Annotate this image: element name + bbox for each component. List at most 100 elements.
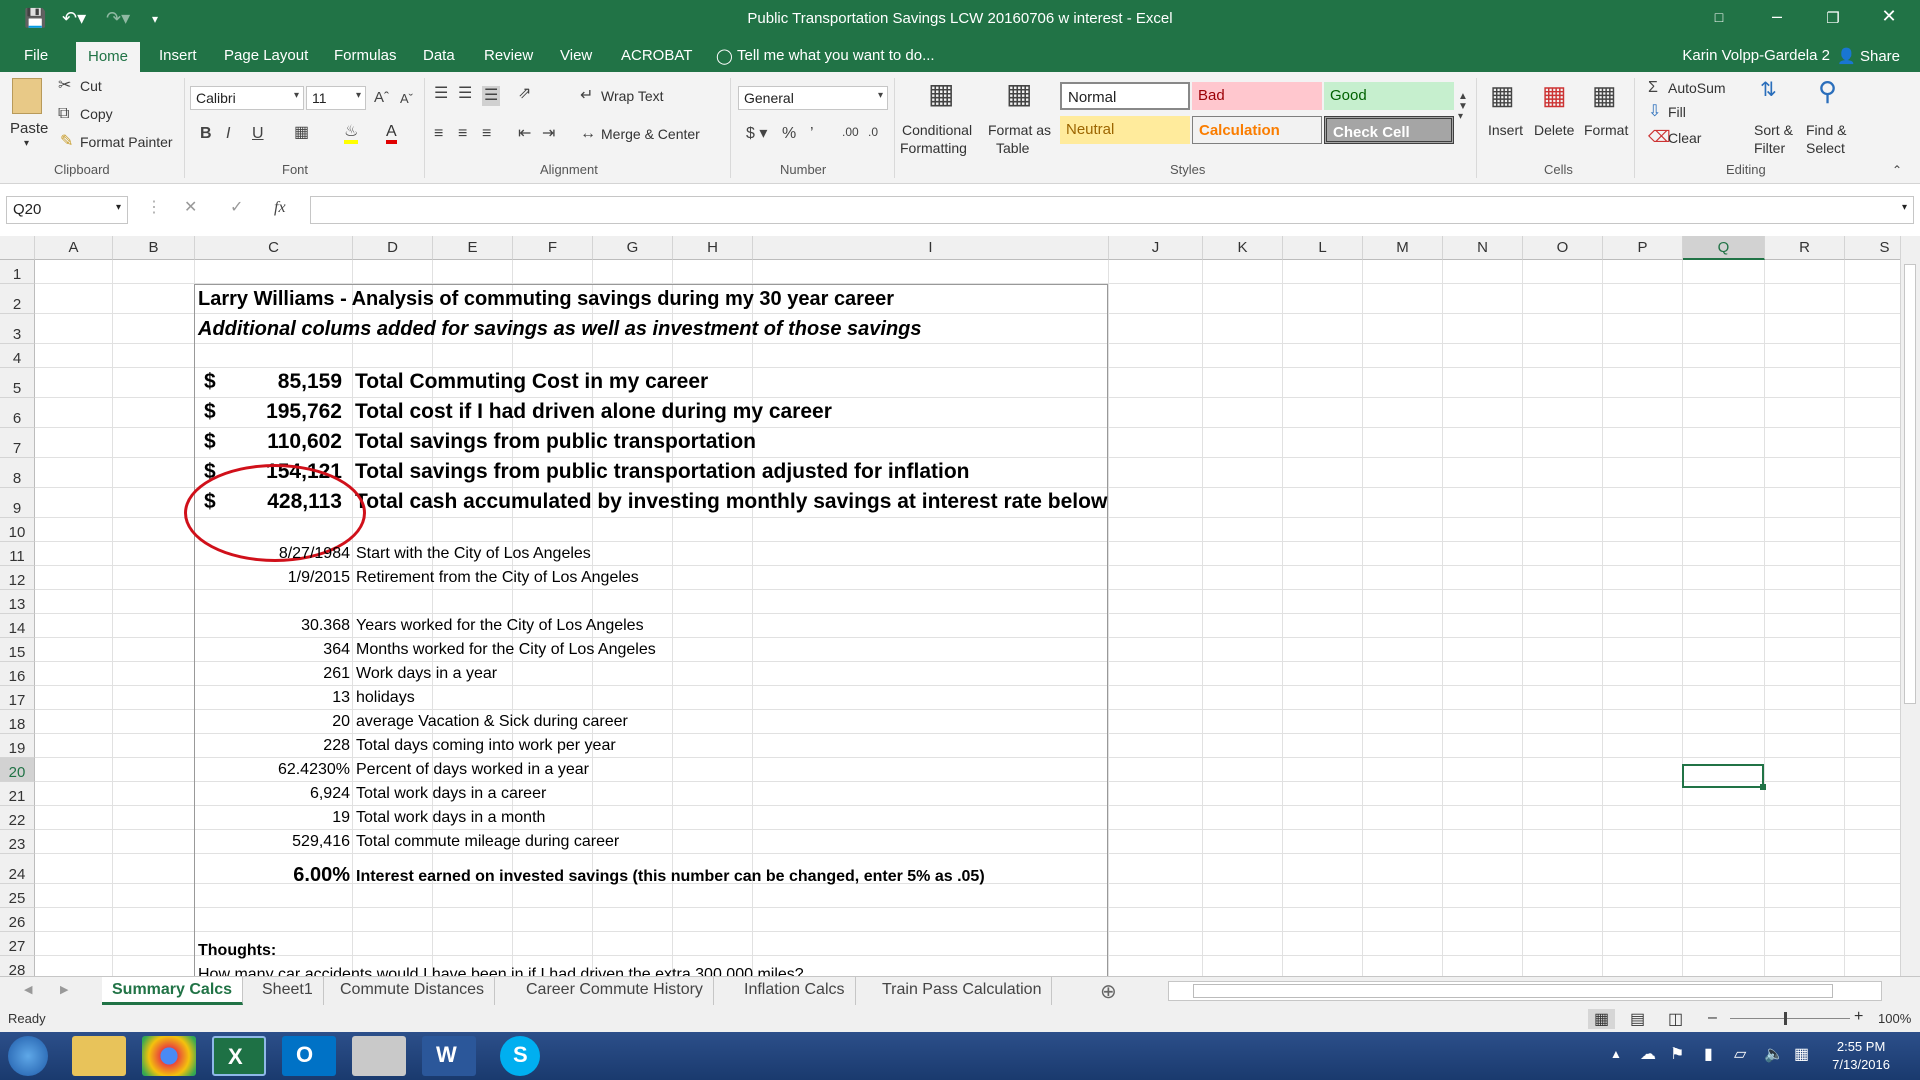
zoom-slider-thumb[interactable] bbox=[1784, 1012, 1787, 1025]
battery-icon[interactable]: ▮ bbox=[1704, 1044, 1713, 1064]
sheet-tab[interactable]: Commute Distances bbox=[330, 977, 496, 1005]
column-header-s[interactable]: S bbox=[1845, 236, 1900, 260]
detail-label[interactable]: holidays bbox=[356, 689, 415, 707]
summary-value[interactable]: 85,159 bbox=[226, 370, 342, 394]
report-subtitle[interactable]: Additional colums added for savings as w… bbox=[198, 318, 922, 341]
row-header-12[interactable]: 12 bbox=[0, 566, 35, 590]
row-header-2[interactable]: 2 bbox=[0, 284, 35, 314]
wrap-text-button[interactable]: Wrap Text bbox=[601, 88, 664, 104]
middle-align-icon[interactable]: ☰ bbox=[458, 86, 472, 102]
detail-value[interactable]: 261 bbox=[194, 665, 350, 683]
detail-label[interactable]: Years worked for the City of Los Angeles bbox=[356, 617, 644, 635]
tab-file[interactable]: File bbox=[24, 47, 48, 64]
detail-label[interactable]: Months worked for the City of Los Angele… bbox=[356, 641, 656, 659]
fill-handle[interactable] bbox=[1760, 784, 1766, 790]
row-header-10[interactable]: 10 bbox=[0, 518, 35, 542]
summary-label[interactable]: Total Commuting Cost in my career bbox=[355, 370, 708, 394]
column-header-o[interactable]: O bbox=[1523, 236, 1603, 260]
style-good[interactable]: Good bbox=[1324, 82, 1454, 110]
detail-label[interactable]: Retirement from the City of Los Angeles bbox=[356, 569, 639, 587]
row-header-14[interactable]: 14 bbox=[0, 614, 35, 638]
calculator-icon[interactable] bbox=[352, 1036, 406, 1076]
align-left-icon[interactable]: ≡ bbox=[434, 126, 443, 142]
fill-color-icon[interactable]: ♨ bbox=[344, 124, 359, 144]
summary-label[interactable]: Total savings from public transportation bbox=[355, 430, 756, 454]
vertical-scroll-thumb[interactable] bbox=[1904, 264, 1916, 704]
copy-button[interactable]: Copy bbox=[80, 106, 113, 122]
row-header-17[interactable]: 17 bbox=[0, 686, 35, 710]
clock[interactable]: 2:55 PM 7/13/2016 bbox=[1832, 1038, 1890, 1074]
detail-label[interactable]: Percent of days worked in a year bbox=[356, 761, 589, 779]
style-neutral[interactable]: Neutral bbox=[1060, 116, 1190, 144]
detail-value[interactable]: 529,416 bbox=[194, 833, 350, 851]
bottom-align-icon[interactable]: ☰ bbox=[482, 86, 501, 106]
windows-icon[interactable]: ▦ bbox=[1794, 1044, 1809, 1064]
detail-value[interactable]: 364 bbox=[194, 641, 350, 659]
show-hidden-icons[interactable]: ▲ bbox=[1610, 1047, 1622, 1061]
decrease-decimal-icon[interactable]: .0 bbox=[868, 126, 878, 138]
insert-function-icon[interactable]: fx bbox=[274, 200, 286, 216]
delete-button[interactable]: Delete bbox=[1534, 122, 1574, 138]
detail-value[interactable]: 228 bbox=[194, 737, 350, 755]
column-header-i[interactable]: I bbox=[753, 236, 1109, 260]
format-as-table-button[interactable]: Format as bbox=[988, 122, 1051, 138]
detail-value[interactable]: 19 bbox=[194, 809, 350, 827]
tab-formulas[interactable]: Formulas bbox=[334, 47, 397, 64]
detail-label[interactable]: average Vacation & Sick during career bbox=[356, 713, 628, 731]
detail-value[interactable]: 13 bbox=[194, 689, 350, 707]
find-select-button[interactable]: Find & bbox=[1806, 122, 1846, 138]
ribbon-display-icon[interactable]: □ bbox=[1704, 9, 1734, 25]
cancel-icon[interactable]: ✕ bbox=[184, 200, 197, 216]
tab-insert[interactable]: Insert bbox=[159, 47, 197, 64]
horizontal-scrollbar[interactable] bbox=[1168, 981, 1882, 1001]
column-header-m[interactable]: M bbox=[1363, 236, 1443, 260]
column-header-d[interactable]: D bbox=[353, 236, 433, 260]
thoughts-heading[interactable]: Thoughts: bbox=[198, 942, 276, 960]
summary-currency[interactable]: $ bbox=[204, 430, 216, 454]
tab-view[interactable]: View bbox=[560, 47, 592, 64]
percent-icon[interactable]: % bbox=[782, 126, 796, 142]
new-sheet-icon[interactable]: ⊕ bbox=[1100, 979, 1117, 1004]
detail-value[interactable]: 6,924 bbox=[194, 785, 350, 803]
tab-acrobat[interactable]: ACROBAT bbox=[621, 47, 692, 64]
column-header-q[interactable]: Q bbox=[1683, 236, 1765, 260]
paste-button[interactable]: Paste bbox=[10, 120, 48, 137]
detail-label[interactable]: Total work days in a month bbox=[356, 809, 545, 827]
minimize-button[interactable]: – bbox=[1762, 6, 1792, 27]
column-header-f[interactable]: F bbox=[513, 236, 593, 260]
row-header-8[interactable]: 8 bbox=[0, 458, 35, 488]
underline-icon[interactable]: U bbox=[252, 126, 264, 142]
flag-icon[interactable]: ⚑ bbox=[1670, 1044, 1684, 1064]
column-header-j[interactable]: J bbox=[1109, 236, 1203, 260]
detail-value[interactable]: 20 bbox=[194, 713, 350, 731]
row-header-22[interactable]: 22 bbox=[0, 806, 35, 830]
volume-icon[interactable]: 🔈 bbox=[1764, 1044, 1784, 1064]
align-right-icon[interactable]: ≡ bbox=[482, 126, 491, 142]
summary-value[interactable]: 195,762 bbox=[226, 400, 342, 424]
thoughts-text[interactable]: How many car accidents would I have been… bbox=[198, 966, 804, 976]
top-align-icon[interactable]: ☰ bbox=[434, 86, 448, 102]
close-button[interactable]: ✕ bbox=[1874, 6, 1904, 27]
styles-scroll-icon[interactable]: ▲ ▼ ▾ bbox=[1458, 92, 1468, 122]
detail-label[interactable]: Total days coming into work per year bbox=[356, 737, 616, 755]
row-header-9[interactable]: 9 bbox=[0, 488, 35, 518]
bold-icon[interactable]: B bbox=[200, 126, 212, 142]
page-break-view-icon[interactable]: ◫ bbox=[1668, 1009, 1683, 1029]
row-header-26[interactable]: 26 bbox=[0, 908, 35, 932]
number-format-select[interactable]: General ▾ bbox=[738, 86, 888, 110]
sheet-tab[interactable]: Train Pass Calculation bbox=[872, 977, 1053, 1005]
cut-button[interactable]: Cut bbox=[80, 78, 102, 94]
skype-icon[interactable]: S bbox=[500, 1036, 540, 1076]
detail-label[interactable]: Total commute mileage during career bbox=[356, 833, 619, 851]
tab-home[interactable]: Home bbox=[76, 42, 141, 72]
column-header-a[interactable]: A bbox=[35, 236, 113, 260]
style-bad[interactable]: Bad bbox=[1192, 82, 1322, 110]
format-painter-button[interactable]: Format Painter bbox=[80, 134, 173, 150]
detail-label[interactable]: Work days in a year bbox=[356, 665, 497, 683]
start-button[interactable] bbox=[8, 1036, 48, 1076]
summary-label[interactable]: Total savings from public transportation… bbox=[355, 460, 969, 484]
row-header-21[interactable]: 21 bbox=[0, 782, 35, 806]
insert-button[interactable]: Insert bbox=[1488, 122, 1523, 138]
signal-icon[interactable]: ▱ bbox=[1734, 1044, 1746, 1064]
interest-rate-label[interactable]: Interest earned on invested savings (thi… bbox=[356, 868, 985, 886]
